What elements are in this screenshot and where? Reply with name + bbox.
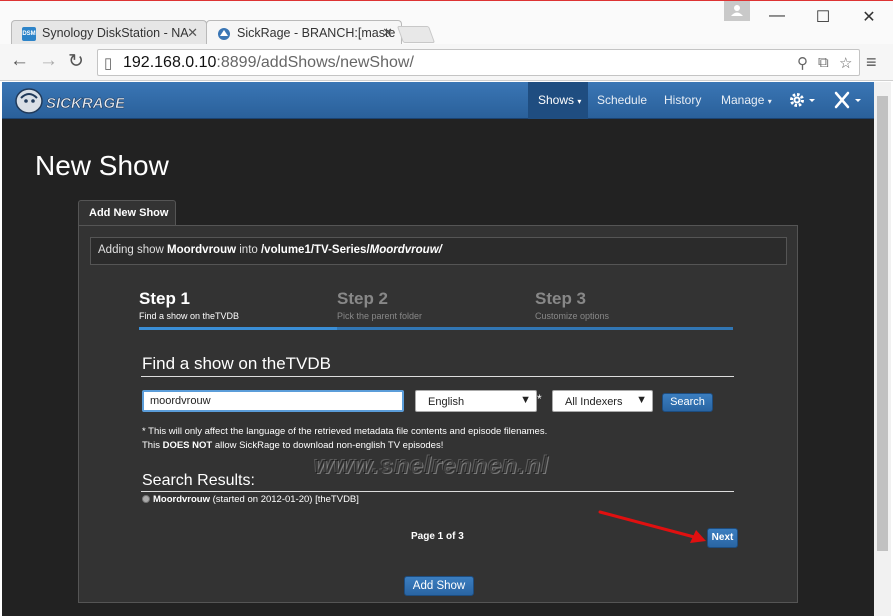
adding-show-info: Adding show Moordvrouw into /volume1/TV-…	[90, 237, 787, 265]
search-results-title: Search Results:	[142, 472, 255, 489]
logo-text: SICKRAGE	[46, 95, 124, 112]
result-radio-button[interactable]	[142, 495, 150, 503]
language-select[interactable]: English ▼	[415, 390, 537, 412]
nav-manage[interactable]: Manage ▾	[721, 82, 772, 119]
back-icon[interactable]: ←	[10, 50, 29, 72]
step-3: Step 3 Customize options	[535, 289, 733, 330]
nav-schedule[interactable]: Schedule	[597, 82, 647, 119]
divider	[141, 491, 734, 492]
forward-icon[interactable]: →	[39, 50, 58, 72]
scrollbar-thumb[interactable]	[877, 96, 888, 551]
browser-tabstrip: DSM Synology DiskStation - NA ✕ SickRage…	[0, 0, 893, 46]
language-note: * This will only affect the language of …	[142, 425, 547, 453]
result-details: (started on 2012-01-20) [theTVDB]	[210, 494, 359, 505]
address-bar[interactable]: ▯ 192.168.0.10:8899/addShows/newShow/ ⚲ …	[97, 49, 860, 76]
nav-manage-label: Manage	[721, 93, 765, 107]
nav-schedule-label: Schedule	[597, 93, 648, 107]
new-tab-button[interactable]	[396, 26, 436, 43]
add-show-button[interactable]: Add Show	[404, 576, 474, 596]
user-profile-icon[interactable]	[724, 1, 750, 21]
step-desc: Pick the parent folder	[337, 311, 423, 321]
tools-icon	[834, 91, 861, 109]
sickrage-logo[interactable]: SICKRAGE	[12, 84, 126, 117]
adding-show-name: Moordvrouw	[167, 244, 237, 256]
note-line-1: * This will only affect the language of …	[142, 426, 548, 437]
sickrage-favicon-icon	[217, 27, 231, 41]
tab-sickrage[interactable]: SickRage - BRANCH:[maste ✕	[206, 20, 402, 46]
next-page-button[interactable]: Next	[707, 528, 738, 548]
step-progress-bar	[139, 327, 337, 330]
close-window-icon[interactable]: ✕	[854, 7, 884, 27]
language-value: English	[428, 396, 465, 408]
close-tab-icon[interactable]: ✕	[382, 25, 393, 41]
url-host: 192.168.0.10	[123, 54, 217, 71]
step-2: Step 2 Pick the parent folder	[337, 289, 535, 330]
bookmark-star-icon[interactable]: ☆	[839, 54, 852, 72]
step-title: Step 2	[337, 289, 389, 308]
tab-synology[interactable]: DSM Synology DiskStation - NA ✕	[11, 20, 207, 46]
tab-add-new-show[interactable]: Add New Show	[78, 200, 176, 226]
chevron-down-icon: ▾	[767, 97, 772, 106]
divider	[141, 376, 734, 377]
dropdown-arrow-icon: ▼	[636, 394, 647, 406]
red-arrow-annotation	[598, 510, 706, 543]
step-desc: Find a show on theTVDB	[139, 311, 240, 321]
indexer-value: All Indexers	[565, 396, 623, 408]
nav-shows[interactable]: Shows ▾	[528, 82, 588, 119]
adding-path: /volume1/TV-Series/	[260, 244, 370, 256]
maximize-icon[interactable]: ☐	[808, 7, 838, 27]
search-icon[interactable]: ⚲	[797, 54, 808, 72]
browser-toolbar: ← → ↻ ▯ 192.168.0.10:8899/addShows/newSh…	[0, 44, 893, 81]
step-title: Step 3	[535, 289, 587, 308]
chevron-down-icon: ▾	[577, 97, 582, 106]
nav-shows-label: Shows	[538, 93, 575, 107]
add-show-panel: Adding show Moordvrouw into /volume1/TV-…	[78, 225, 798, 603]
page-title: New Show	[35, 150, 169, 181]
indexer-select[interactable]: All Indexers ▼	[552, 390, 653, 412]
page-scrollbar[interactable]	[874, 82, 891, 616]
watermark: www.snelrennen.nl	[314, 452, 549, 479]
note-line-2-post: allow SickRage to download non-english T…	[212, 440, 444, 451]
show-search-input[interactable]	[142, 390, 404, 412]
page-viewport: SICKRAGE Shows ▾ Schedule History Manage…	[2, 82, 874, 616]
tab-title: SickRage - BRANCH:[maste	[237, 26, 396, 40]
adding-prefix: Adding show	[98, 244, 168, 256]
site-navbar: SICKRAGE Shows ▾ Schedule History Manage…	[2, 82, 874, 119]
note-line-2-pre: This	[142, 440, 163, 451]
chrome-menu-icon[interactable]: ≡	[866, 52, 877, 73]
adding-folder: Moordvrouw/	[369, 244, 442, 256]
nav-tools[interactable]	[833, 82, 865, 119]
url-path: :8899/addShows/newShow/	[216, 54, 414, 71]
search-button[interactable]: Search	[662, 393, 713, 412]
minimize-icon[interactable]: —	[762, 7, 792, 25]
reload-icon[interactable]: ↻	[68, 50, 84, 73]
nav-history-label: History	[664, 93, 702, 107]
result-show-name: Moordvrouw	[153, 494, 210, 505]
nav-config[interactable]	[788, 82, 818, 119]
tab-title: Synology DiskStation - NA	[42, 26, 189, 40]
search-result-item[interactable]: Moordvrouw (started on 2012-01-20) [theT…	[142, 494, 359, 505]
step-1: Step 1 Find a show on theTVDB	[139, 289, 337, 330]
dsm-favicon-icon: DSM	[22, 27, 36, 41]
step-title: Step 1	[139, 289, 191, 308]
step-desc: Customize options	[535, 311, 610, 321]
close-tab-icon[interactable]: ✕	[187, 25, 198, 41]
page-icon: ▯	[104, 55, 113, 72]
dropdown-arrow-icon: ▼	[520, 394, 531, 406]
step-progress-bar	[337, 327, 535, 330]
gear-icon	[790, 93, 815, 107]
note-line-2-bold: DOES NOT	[162, 440, 213, 451]
adding-middle: into	[236, 244, 261, 256]
language-note-asterisk: *	[537, 392, 542, 406]
nav-history[interactable]: History	[664, 82, 701, 119]
page-indicator: Page 1 of 3	[411, 531, 464, 542]
step-progress-bar	[535, 327, 733, 330]
find-show-title: Find a show on theTVDB	[142, 354, 331, 373]
translate-icon[interactable]: ⧉	[818, 54, 829, 71]
